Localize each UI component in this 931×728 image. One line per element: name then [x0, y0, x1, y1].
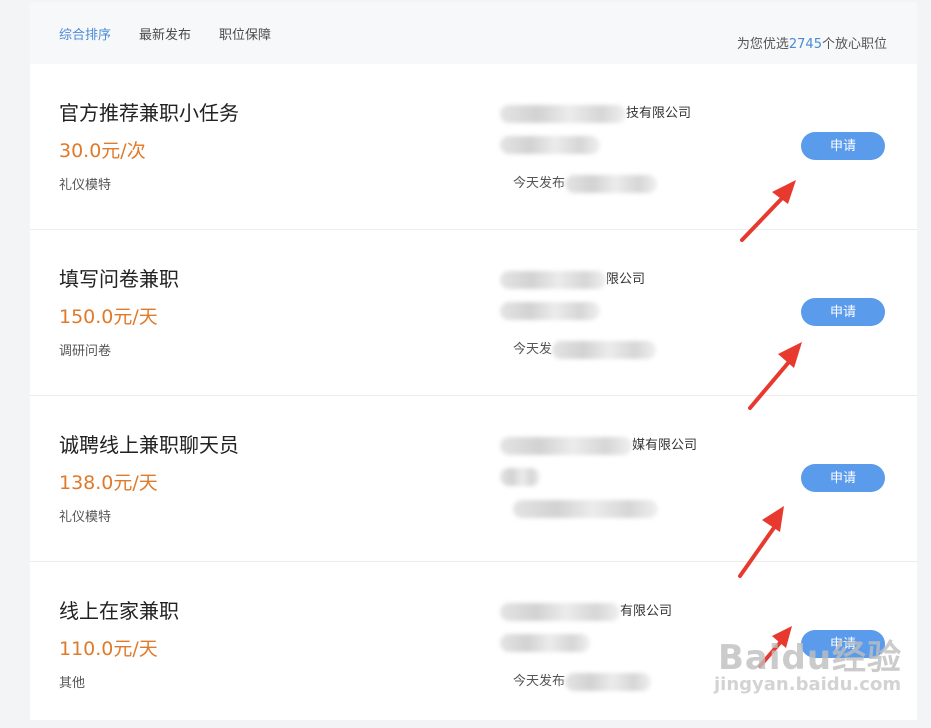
publish-time-visible: 今天发布 — [513, 176, 566, 191]
watermark: Baidu经验 jingyan.baidu.com — [700, 628, 920, 708]
job-count-summary: 为您优选2745个放心职位 — [737, 33, 887, 52]
job-category: 其他 — [59, 676, 86, 691]
tab-latest-published[interactable]: 最新发布 — [139, 24, 191, 43]
blurred-text — [513, 500, 658, 518]
job-title[interactable]: 线上在家兼职 — [59, 595, 179, 624]
job-salary: 110.0元/天 — [59, 638, 158, 660]
job-item[interactable]: 诚聘线上兼职聊天员 138.0元/天 礼仪模特 媒有限公司 申请 — [30, 396, 917, 562]
summary-suffix: 个放心职位 — [821, 37, 887, 52]
publish-time — [513, 500, 658, 518]
company-name: 限公司 — [500, 268, 645, 289]
job-category: 调研问卷 — [59, 344, 112, 359]
tab-job-guarantee[interactable]: 职位保障 — [219, 24, 271, 43]
apply-button[interactable]: 申请 — [801, 132, 885, 160]
blurred-text — [500, 136, 600, 154]
publish-time: 今天发布 — [513, 172, 658, 193]
blurred-text — [500, 436, 632, 455]
job-address — [500, 136, 600, 154]
blurred-text — [565, 672, 652, 691]
company-name-visible: 媒有限公司 — [632, 438, 698, 453]
job-salary: 30.0元/次 — [59, 140, 146, 162]
job-address — [500, 468, 540, 486]
company-name-visible: 限公司 — [606, 272, 646, 287]
apply-button[interactable]: 申请 — [801, 298, 885, 326]
job-item[interactable]: 填写问卷兼职 150.0元/天 调研问卷 限公司 今天发 申请 — [30, 230, 917, 396]
sort-tabs-bar: 综合排序 最新发布 职位保障 为您优选2745个放心职位 — [30, 2, 917, 64]
publish-time-visible: 今天发布 — [513, 674, 566, 689]
blurred-text — [500, 468, 540, 486]
publish-time: 今天发 — [513, 338, 657, 359]
blurred-text — [500, 270, 606, 289]
job-address — [500, 634, 590, 652]
job-title[interactable]: 填写问卷兼职 — [59, 263, 179, 292]
watermark-logo: Baidu经验 — [718, 638, 903, 678]
job-title[interactable]: 官方推荐兼职小任务 — [59, 97, 239, 126]
tab-comprehensive-sort[interactable]: 综合排序 — [59, 24, 111, 43]
blurred-text — [500, 602, 620, 621]
blurred-text — [500, 302, 600, 320]
publish-time: 今天发布 — [513, 670, 652, 691]
job-list-panel: 综合排序 最新发布 职位保障 为您优选2745个放心职位 官方推荐兼职小任务 3… — [30, 2, 917, 720]
company-name: 技有限公司 — [500, 102, 691, 123]
blurred-text — [552, 340, 657, 359]
publish-time-visible: 今天发 — [513, 342, 553, 357]
blurred-text — [500, 634, 590, 652]
company-name: 媒有限公司 — [500, 434, 697, 455]
job-count: 2745 — [788, 37, 822, 52]
job-salary: 150.0元/天 — [59, 306, 158, 328]
blurred-text — [500, 104, 626, 123]
job-category: 礼仪模特 — [59, 510, 112, 525]
company-name: 有限公司 — [500, 600, 672, 621]
apply-button[interactable]: 申请 — [801, 464, 885, 492]
summary-prefix: 为您优选 — [736, 37, 789, 52]
job-address — [500, 302, 600, 320]
company-name-visible: 技有限公司 — [626, 106, 692, 121]
company-name-visible: 有限公司 — [620, 604, 673, 619]
job-title[interactable]: 诚聘线上兼职聊天员 — [59, 429, 239, 458]
job-item[interactable]: 官方推荐兼职小任务 30.0元/次 礼仪模特 技有限公司 今天发布 申请 — [30, 64, 917, 230]
blurred-text — [565, 174, 658, 193]
job-salary: 138.0元/天 — [59, 472, 158, 494]
watermark-url: jingyan.baidu.com — [714, 674, 902, 695]
job-category: 礼仪模特 — [59, 178, 112, 193]
